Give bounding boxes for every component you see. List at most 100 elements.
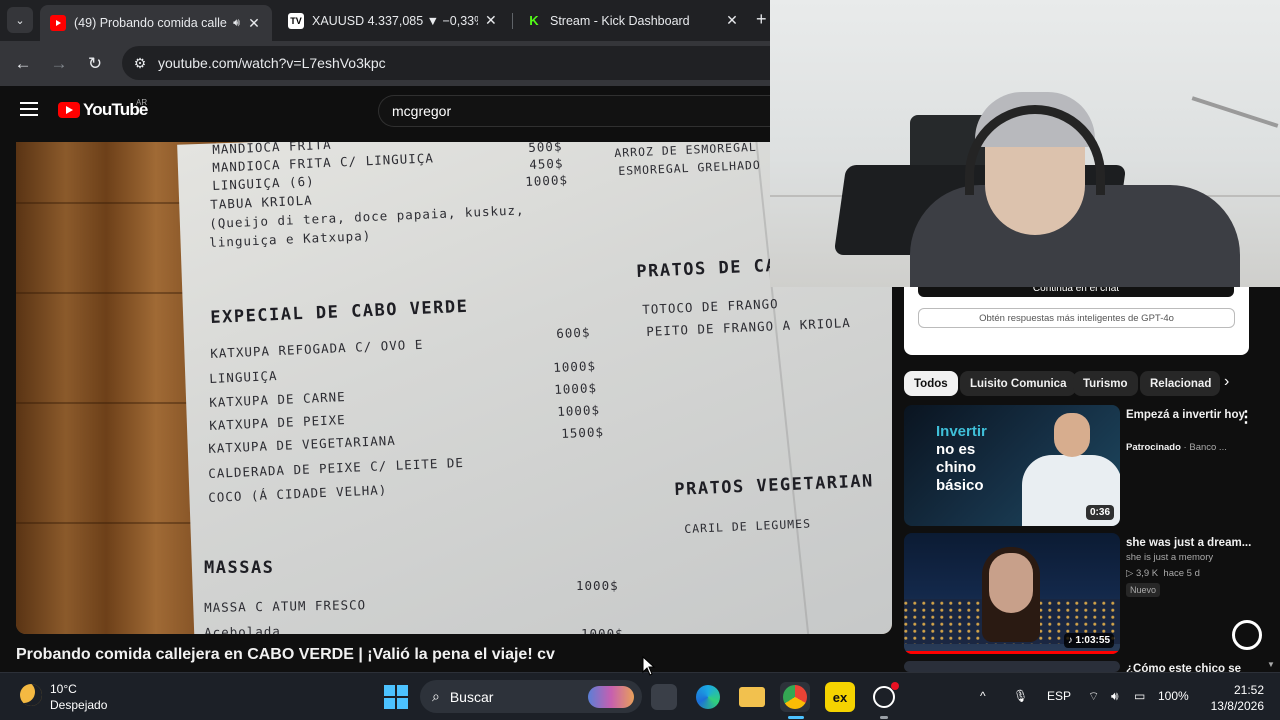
- chevron-down-icon: ⌄: [15, 14, 25, 27]
- menu-item: Acebolada: [204, 623, 281, 634]
- battery-icon[interactable]: ▭: [1134, 689, 1145, 703]
- menu-price: 1000$: [557, 402, 601, 419]
- volume-icon[interactable]: 🔊︎: [1111, 689, 1119, 704]
- new-badge: Nuevo: [1126, 583, 1161, 597]
- tab-kick[interactable]: K Stream - Kick Dashboard ✕: [516, 5, 750, 36]
- windows-start-icon[interactable]: [384, 685, 408, 709]
- chrome-icon[interactable]: [780, 682, 810, 712]
- chatgpt-icon[interactable]: [869, 682, 899, 712]
- speaker-icon[interactable]: 🔊︎: [233, 17, 240, 30]
- country-code: AR: [136, 98, 148, 107]
- rec-meta: ▷ 3,9 K hace 5 d: [1126, 568, 1200, 579]
- thumb-text: Invertir no es chino básico: [936, 423, 987, 494]
- tradingview-icon: TV: [288, 12, 304, 29]
- list-item[interactable]: ♪ 1:03:55 she was just a dream... she is…: [904, 533, 1280, 655]
- menu-price: 1000$: [525, 172, 569, 189]
- arrow-left-icon: ←: [14, 54, 32, 73]
- running-app-indicator: [880, 716, 888, 719]
- rec-title[interactable]: Empezá a invertir hoy: [1126, 407, 1251, 423]
- thumb-person-head: [1054, 413, 1090, 457]
- new-tab-button[interactable]: +: [756, 9, 767, 30]
- search-value: mcgregor: [392, 103, 452, 119]
- windows-taskbar: 10°C Despejado ⌕ Buscar ex ^ 🎙︎ ESP ⌔ 🔊︎…: [0, 672, 1280, 720]
- exness-icon[interactable]: ex: [825, 682, 855, 712]
- menu-price: 1000$: [553, 358, 597, 375]
- tab-separator: [512, 13, 513, 29]
- menu-item: LINGUIÇA: [209, 368, 278, 386]
- video-title: Probando comida callejera en CABO VERDE …: [16, 646, 555, 663]
- filter-chips: Todos Luisito Comunica Turismo Relaciona…: [904, 371, 1244, 397]
- gpt-cta-button[interactable]: Obtén respuestas más inteligentes de GPT…: [918, 308, 1235, 328]
- stair-rail: [1191, 96, 1279, 128]
- watch-progress-bar: [904, 651, 1120, 654]
- reload-icon: ↻: [87, 54, 103, 73]
- youtube-logo[interactable]: YouTube AR: [58, 98, 148, 120]
- chip-turismo[interactable]: Turismo: [1073, 371, 1138, 396]
- active-app-indicator: [788, 716, 804, 719]
- tab-search-button[interactable]: ⌄: [7, 7, 33, 33]
- taskbar-search-input[interactable]: ⌕ Buscar: [420, 680, 642, 713]
- ai-assistant-icon[interactable]: [1232, 620, 1262, 650]
- chip-relacionados[interactable]: Relacionad: [1140, 371, 1220, 396]
- menu-section-heading: MASSAS: [204, 558, 275, 578]
- tab-title: (49) Probando comida calle: [74, 16, 227, 30]
- back-button[interactable]: ←: [9, 50, 37, 78]
- tab-tradingview[interactable]: TV XAUUSD 4.337,085 ▼ −0,33% S ✕: [278, 5, 508, 36]
- chevron-up-icon[interactable]: ^: [980, 689, 986, 703]
- rec-meta: Patrocinado · Banco ...: [1126, 442, 1227, 453]
- menu-price: 1000$: [581, 626, 624, 634]
- youtube-favicon-icon: [50, 15, 66, 31]
- chip-todos[interactable]: Todos: [904, 371, 958, 396]
- site-info-icon[interactable]: ⚙︎: [122, 55, 158, 72]
- search-placeholder: Buscar: [449, 688, 494, 705]
- forward-button[interactable]: →: [45, 50, 73, 78]
- arrow-right-icon: →: [50, 54, 68, 73]
- rec-channel[interactable]: she is just a memory: [1126, 552, 1213, 563]
- tab-youtube[interactable]: (49) Probando comida calle 🔊︎ ✕: [40, 5, 272, 41]
- tab-title: XAUUSD 4.337,085 ▼ −0,33% S: [312, 13, 478, 28]
- webcam-overlay: [770, 0, 1280, 287]
- close-tab-icon[interactable]: ✕: [724, 12, 740, 29]
- chevron-right-icon[interactable]: ›: [1224, 373, 1229, 391]
- task-view-icon[interactable]: [651, 684, 677, 710]
- kick-icon: K: [526, 12, 542, 29]
- tab-title: Stream - Kick Dashboard: [550, 13, 690, 28]
- menu-icon[interactable]: [20, 102, 38, 120]
- chip-luisito-comunica[interactable]: Luisito Comunica: [960, 371, 1077, 396]
- menu-price: 450$: [529, 155, 564, 172]
- gpt-ad-card: Continúa en el chat Obtén respuestas más…: [904, 285, 1249, 355]
- search-icon: ⌕: [432, 688, 440, 704]
- menu-price: 500$: [528, 142, 563, 155]
- duration-badge: 0:36: [1085, 505, 1114, 520]
- list-item[interactable]: Invertir no es chino básico 0:36 Empezá …: [904, 405, 1280, 527]
- thumb-face: [989, 553, 1033, 613]
- menu-price: 1000$: [554, 380, 598, 397]
- video-thumbnail[interactable]: [904, 661, 1120, 672]
- more-options-icon[interactable]: ⋮: [1238, 407, 1254, 427]
- search-highlight-icon: [588, 686, 634, 708]
- search-input[interactable]: mcgregor: [378, 95, 778, 127]
- video-player[interactable]: MANDIOCA FRITA 500$ MANDIOCA FRITA C/ LI…: [16, 142, 892, 634]
- reload-button[interactable]: ↻: [81, 50, 109, 78]
- moon-weather-icon[interactable]: [20, 684, 42, 706]
- video-thumbnail[interactable]: Invertir no es chino básico 0:36: [904, 405, 1120, 526]
- system-clock[interactable]: 21:52 13/8/2026: [1204, 682, 1264, 714]
- language-indicator[interactable]: ESP: [1047, 689, 1071, 703]
- rec-title[interactable]: ¿Cómo este chico se: [1126, 661, 1276, 672]
- rec-title[interactable]: she was just a dream...: [1126, 535, 1266, 551]
- battery-percent[interactable]: 100%: [1158, 689, 1189, 703]
- address-bar[interactable]: ⚙︎ youtube.com/watch?v=L7eshVo3kpc: [122, 46, 822, 80]
- menu-price: 600$: [556, 324, 591, 341]
- close-tab-icon[interactable]: ✕: [246, 15, 262, 32]
- file-explorer-icon[interactable]: [737, 682, 767, 712]
- scroll-down-icon[interactable]: ▼: [1267, 660, 1275, 669]
- clock-time: 21:52: [1233, 683, 1264, 697]
- microphone-icon[interactable]: 🎙︎: [1013, 689, 1028, 703]
- close-tab-icon[interactable]: ✕: [484, 12, 498, 29]
- list-item[interactable]: ¿Cómo este chico se: [904, 661, 1280, 672]
- weather-description[interactable]: Despejado: [50, 698, 107, 712]
- video-thumbnail[interactable]: ♪ 1:03:55: [904, 533, 1120, 654]
- weather-temperature[interactable]: 10°C: [50, 682, 77, 696]
- wifi-icon[interactable]: ⌔: [1088, 689, 1099, 704]
- edge-icon[interactable]: [693, 682, 723, 712]
